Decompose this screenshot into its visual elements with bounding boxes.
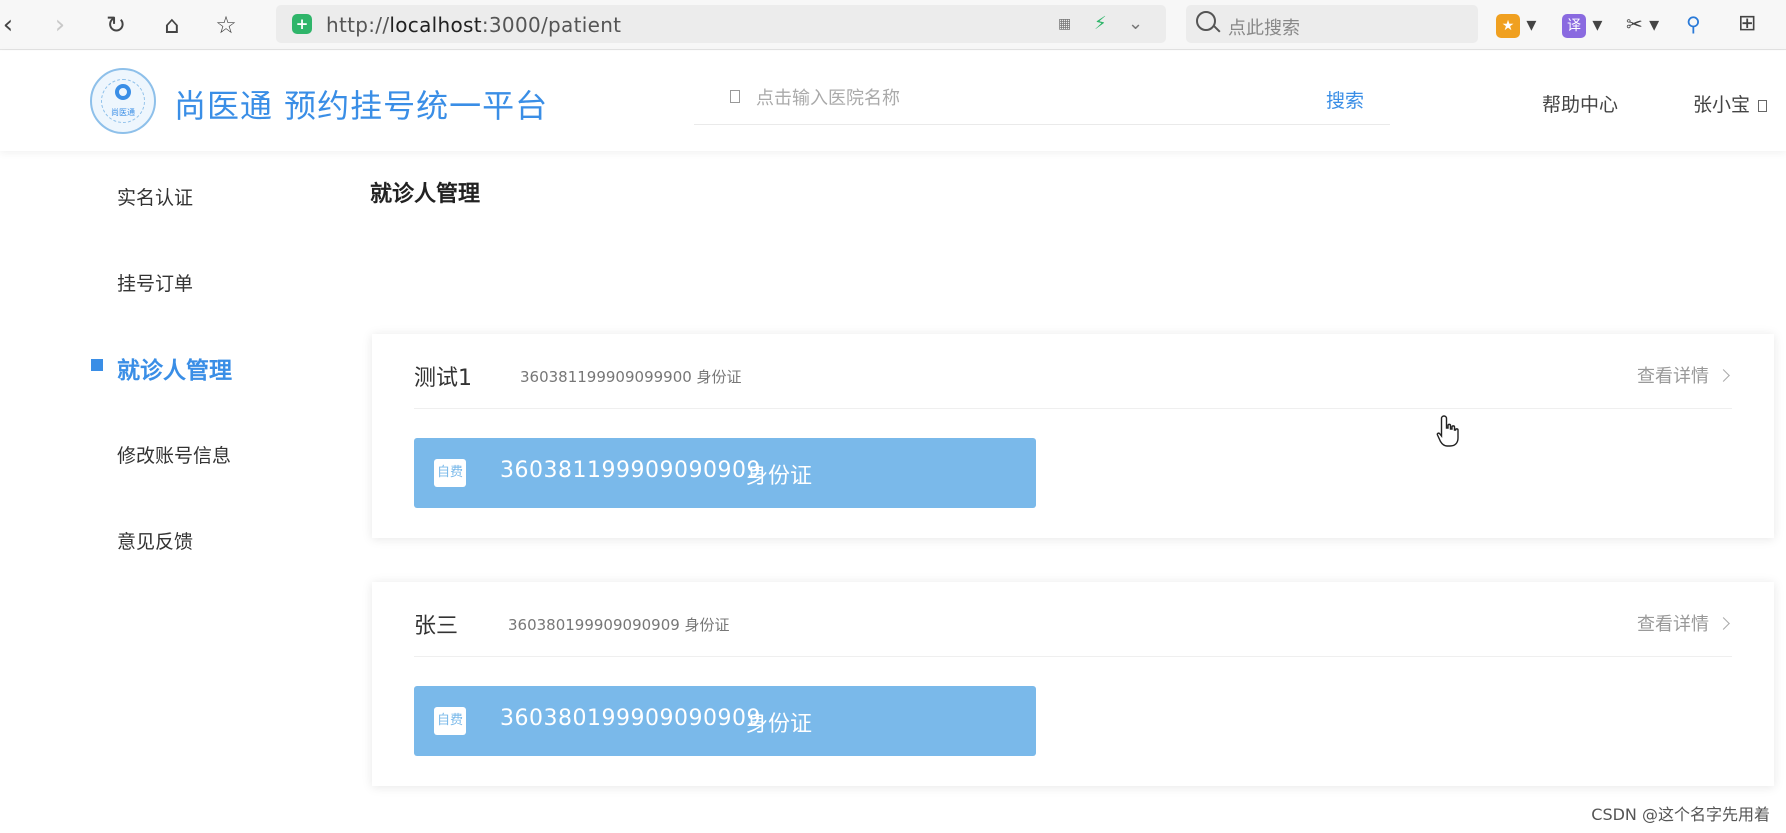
divider: [414, 656, 1732, 657]
id-card-type: 身份证: [746, 464, 813, 489]
chevron-down-icon[interactable]: ⌄: [1128, 13, 1143, 34]
id-card-type: 身份证: [746, 712, 813, 737]
magnifier-extension-icon[interactable]: ⚲: [1686, 10, 1701, 38]
address-url: http://localhost:3000/patient: [326, 13, 622, 37]
sidebar-item-feedback[interactable]: 意见反馈: [117, 527, 193, 554]
search-field-icon: [730, 90, 740, 103]
bookmark-star-icon[interactable]: ☆: [210, 10, 242, 40]
watermark: CSDN @这个名字先用着: [1591, 805, 1770, 824]
help-center-link[interactable]: 帮助中心: [1542, 90, 1618, 117]
sidebar-item-patients[interactable]: 就诊人管理: [91, 351, 232, 385]
id-card-number: 360380199909090909: [500, 706, 761, 731]
divider: [414, 408, 1732, 409]
address-bar[interactable]: + http://localhost:3000/patient ▦ ⚡ ⌄: [276, 5, 1166, 43]
back-icon[interactable]: ‹: [0, 10, 24, 40]
patient-id-line: 360380199909090909 身份证: [508, 616, 730, 634]
browser-toolbar: ‹ › ↻ ⌂ ☆ + http://localhost:3000/patien…: [0, 0, 1786, 50]
site-header: 尚医通 尚医通 预约挂号统一平台 搜索 帮助中心 张小宝: [0, 51, 1786, 151]
page-title: 就诊人管理: [370, 182, 481, 207]
translate-icon[interactable]: 译 ▾: [1562, 10, 1602, 38]
patient-name: 张三: [414, 614, 459, 639]
search-button[interactable]: 搜索: [1326, 86, 1364, 113]
view-detail-link[interactable]: 查看详情: [1637, 610, 1730, 636]
user-name: 张小宝: [1693, 94, 1751, 116]
sidebar-item-real-name[interactable]: 实名认证: [117, 183, 193, 210]
brand-title[interactable]: 尚医通 预约挂号统一平台: [174, 81, 548, 127]
hand-cursor-icon: [1436, 415, 1459, 447]
view-detail-link[interactable]: 查看详情: [1637, 362, 1730, 388]
chevron-right-icon: [1717, 617, 1730, 630]
scissors-icon[interactable]: ✂ ▾: [1626, 10, 1659, 38]
reload-icon[interactable]: ↻: [100, 10, 132, 40]
sidebar-item-label: 就诊人管理: [117, 358, 232, 384]
secure-shield-icon: +: [292, 14, 312, 34]
site-logo[interactable]: 尚医通: [90, 68, 156, 134]
sidebar-item-account[interactable]: 修改账号信息: [117, 441, 231, 468]
patient-card: 测试1 360381199909099900 身份证 查看详情 自费 36038…: [372, 334, 1774, 538]
patient-name: 测试1: [414, 366, 472, 391]
payment-tag: 自费: [434, 459, 466, 487]
id-card[interactable]: 自费 360381199909090909 身份证: [414, 438, 1036, 508]
sidebar-item-orders[interactable]: 挂号订单: [117, 269, 193, 296]
id-card-number: 360381199909090909: [500, 458, 761, 483]
lightning-icon[interactable]: ⚡: [1094, 13, 1107, 34]
qr-code-icon[interactable]: ▦: [1058, 16, 1071, 32]
payment-tag: 自费: [434, 707, 466, 735]
browser-search[interactable]: 点此搜索: [1186, 5, 1478, 43]
browser-search-placeholder: 点此搜索: [1228, 18, 1300, 39]
home-icon[interactable]: ⌂: [156, 10, 188, 40]
sidebar: 实名认证 挂号订单 就诊人管理 修改账号信息 意见反馈: [0, 151, 340, 833]
hospital-search-input[interactable]: [756, 83, 1276, 113]
user-menu[interactable]: 张小宝: [1693, 90, 1768, 117]
extension-shield-icon[interactable]: ★ ▾: [1496, 10, 1536, 38]
id-card[interactable]: 自费 360380199909090909 身份证: [414, 686, 1036, 756]
apps-grid-icon[interactable]: ⊞: [1738, 10, 1756, 38]
patient-card: 张三 360380199909090909 身份证 查看详情 自费 360380…: [372, 582, 1774, 786]
forward-icon[interactable]: ›: [44, 10, 76, 40]
user-dropdown-icon: [1758, 100, 1768, 112]
chevron-right-icon: [1717, 369, 1730, 382]
search-icon: [1196, 11, 1216, 31]
active-indicator-icon: [91, 359, 103, 371]
patient-id-line: 360381199909099900 身份证: [520, 368, 742, 386]
hospital-search: 搜索: [694, 73, 1390, 125]
